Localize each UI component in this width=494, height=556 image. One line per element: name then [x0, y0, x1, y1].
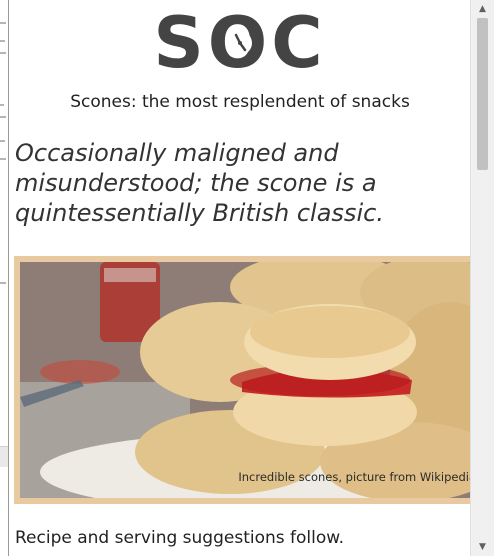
site-tagline: Scones: the most resplendent of snacks [70, 92, 410, 112]
scone-photo-illustration [20, 262, 471, 498]
scone-figure: Incredible scones, picture from Wikipedi… [14, 256, 471, 504]
article-lede: Occasionally maligned and misunderstood;… [15, 139, 384, 227]
clock-icon [227, 31, 252, 55]
vertical-scrollbar[interactable]: ▲ ▼ [470, 0, 494, 556]
recipe-intro: Recipe and serving suggestions follow. [15, 528, 345, 548]
article-window: SO C Scones: the most resplendent of sna… [8, 0, 494, 556]
logo-letter-c: C [271, 2, 327, 84]
chevron-up-icon[interactable]: ▲ [471, 2, 494, 16]
article-content: SO C Scones: the most resplendent of sna… [9, 0, 471, 556]
site-logo[interactable]: SO C [9, 8, 471, 78]
logo-letter-o-wrap: O [208, 8, 272, 78]
scone-photo: Incredible scones, picture from Wikipedi… [20, 262, 471, 498]
scrollbar-thumb[interactable] [477, 18, 488, 170]
chevron-down-icon[interactable]: ▼ [471, 540, 494, 554]
logo-letter-s: S [153, 2, 208, 84]
image-caption: Incredible scones, picture from Wikipedi… [238, 470, 471, 484]
